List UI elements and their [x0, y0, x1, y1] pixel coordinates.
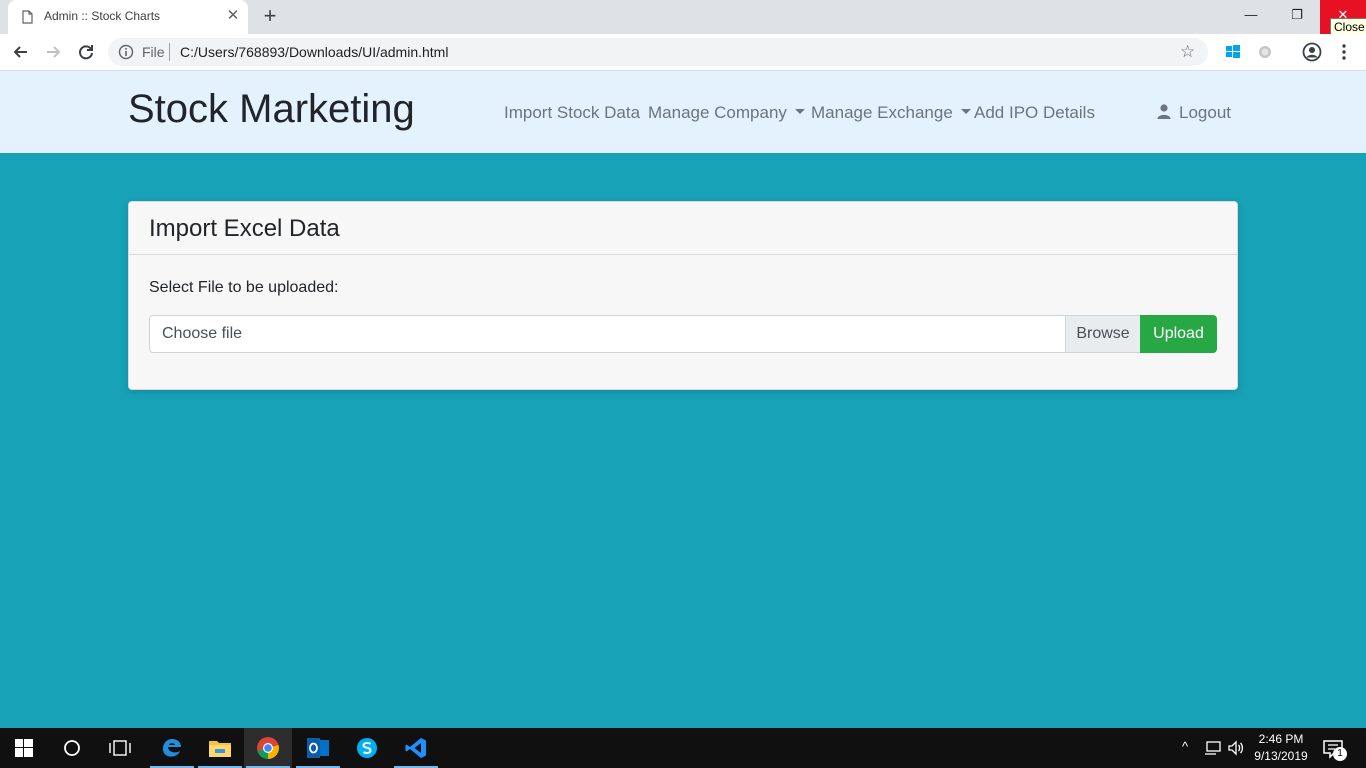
task-view-button[interactable]: [96, 728, 144, 768]
tab-close-icon[interactable]: ✕: [224, 7, 242, 25]
clock-time: 2:46 PM: [1258, 732, 1304, 746]
taskbar-vscode[interactable]: [392, 728, 440, 768]
forward-arrow-icon[interactable]: [42, 41, 64, 63]
volume-icon[interactable]: [1227, 740, 1245, 756]
taskbar-chrome[interactable]: [244, 728, 292, 768]
nav-manage-company[interactable]: Manage Company: [648, 103, 805, 123]
system-clock[interactable]: 2:46 PM 9/13/2019: [1250, 731, 1312, 765]
address-bar[interactable]: File C:/Users/768893/Downloads/UI/admin.…: [108, 38, 1208, 66]
nav-item-label: Import Stock Data: [504, 103, 641, 122]
browse-button[interactable]: Browse: [1065, 315, 1141, 353]
nav-add-ipo-details[interactable]: Add IPO Details: [974, 103, 1095, 123]
address-separator: [169, 43, 170, 61]
notification-badge: 1: [1333, 747, 1347, 761]
app-navbar: Stock Marketing Import Stock Data Manage…: [0, 71, 1366, 153]
taskbar-edge[interactable]: [148, 728, 196, 768]
edge-icon: [162, 739, 181, 757]
windows-extension-icon[interactable]: [1222, 41, 1244, 63]
address-url[interactable]: C:/Users/768893/Downloads/UI/admin.html: [180, 44, 448, 60]
star-icon[interactable]: ☆: [1180, 42, 1195, 62]
file-field-label: Select File to be uploaded:: [149, 279, 339, 296]
vscode-icon: [405, 738, 426, 758]
start-button[interactable]: [0, 728, 48, 768]
windows-start-icon: [15, 739, 33, 757]
extension-icon[interactable]: [1254, 41, 1276, 63]
tab-title: Admin :: Stock Charts: [44, 9, 161, 23]
file-input[interactable]: Choose file: [149, 315, 1066, 353]
file-placeholder: Choose file: [162, 325, 243, 342]
caret-down-icon: [794, 109, 805, 115]
taskbar-file-explorer[interactable]: [196, 728, 244, 768]
task-view-icon: [109, 740, 131, 756]
tray-overflow-icon[interactable]: ^: [1182, 739, 1188, 754]
nav-logout[interactable]: Logout: [1157, 103, 1231, 123]
menu-dots-icon[interactable]: [1333, 41, 1355, 63]
upload-button[interactable]: Upload: [1140, 315, 1217, 353]
window-minimize-button[interactable]: —: [1228, 0, 1274, 34]
network-icon[interactable]: [1204, 740, 1222, 756]
nav-item-label: Manage Exchange: [811, 103, 953, 122]
chrome-icon: [257, 737, 279, 759]
address-scheme: File: [142, 44, 165, 60]
profile-icon[interactable]: [1301, 41, 1323, 63]
taskbar-outlook[interactable]: [294, 728, 342, 768]
reload-icon[interactable]: [75, 41, 97, 63]
card-header: Import Excel Data: [129, 202, 1237, 255]
info-icon[interactable]: [118, 44, 134, 60]
new-tab-button[interactable]: +: [258, 5, 282, 29]
back-arrow-icon[interactable]: [10, 41, 32, 63]
outlook-icon: [307, 738, 329, 758]
skype-icon: [357, 738, 377, 758]
browser-toolbar: File C:/Users/768893/Downloads/UI/admin.…: [0, 34, 1366, 71]
caret-down-icon: [960, 109, 971, 115]
card-title: Import Excel Data: [149, 215, 340, 242]
nav-manage-exchange[interactable]: Manage Exchange: [811, 103, 971, 123]
nav-item-label: Manage Company: [648, 103, 787, 122]
logout-label: Logout: [1179, 103, 1231, 122]
search-button[interactable]: [48, 728, 96, 768]
windows-taskbar: ^ 2:46 PM 9/13/2019 1: [0, 728, 1366, 768]
window-restore-button[interactable]: ❐: [1274, 0, 1320, 34]
taskbar-skype[interactable]: [343, 728, 391, 768]
clock-date: 9/13/2019: [1254, 749, 1308, 763]
nav-item-label: Add IPO Details: [974, 103, 1095, 122]
import-card: Import Excel Data Select File to be uplo…: [128, 201, 1238, 390]
search-circle-icon: [64, 740, 80, 756]
user-icon: [1157, 104, 1171, 119]
brand-title[interactable]: Stock Marketing: [128, 87, 415, 132]
document-icon: [22, 10, 33, 24]
nav-import-stock-data[interactable]: Import Stock Data: [504, 103, 640, 123]
browser-tab[interactable]: Admin :: Stock Charts ✕: [8, 0, 248, 34]
file-explorer-icon: [209, 741, 231, 757]
browser-tabstrip: Admin :: Stock Charts ✕ + — ❐ ✕ Close: [0, 0, 1366, 36]
